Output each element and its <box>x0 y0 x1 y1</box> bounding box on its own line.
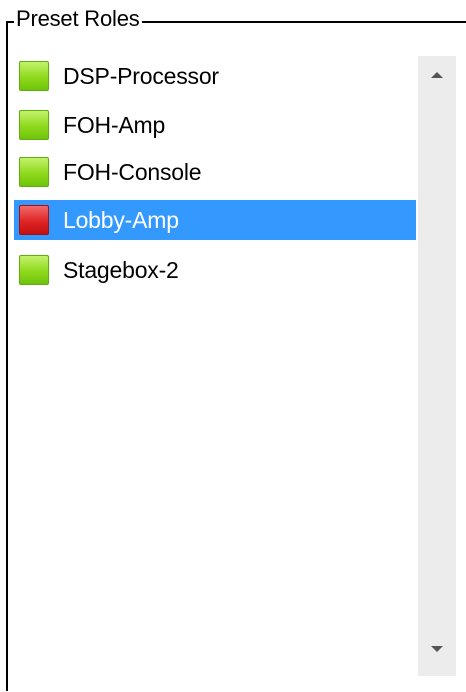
preset-roles-list[interactable]: DSP-Processor FOH-Amp FOH-Console Lobby-… <box>12 52 466 692</box>
status-green-icon <box>19 61 49 91</box>
scroll-up-button[interactable] <box>418 56 456 94</box>
status-green-icon <box>19 110 49 140</box>
list-item-foh-amp[interactable]: FOH-Amp <box>14 105 416 145</box>
list-item-label: Lobby-Amp <box>63 206 179 233</box>
scroll-down-button[interactable] <box>418 630 456 668</box>
list-item-stagebox-2[interactable]: Stagebox-2 <box>14 250 416 290</box>
list-item-label: FOH-Amp <box>63 111 166 138</box>
list-item-label: Stagebox-2 <box>63 256 179 283</box>
status-red-icon <box>19 205 49 235</box>
list-item-lobby-amp[interactable]: Lobby-Amp <box>14 200 416 240</box>
status-green-icon <box>19 157 49 187</box>
vertical-scrollbar[interactable] <box>418 56 456 676</box>
list-item-label: FOH-Console <box>63 158 202 185</box>
chevron-up-icon <box>431 72 443 78</box>
list-item-foh-console[interactable]: FOH-Console <box>14 152 416 192</box>
status-green-icon <box>19 255 49 285</box>
list-item-label: DSP-Processor <box>63 62 219 89</box>
chevron-down-icon <box>431 646 443 652</box>
list-item-dsp-processor[interactable]: DSP-Processor <box>14 56 416 96</box>
groupbox-title: Preset Roles <box>14 5 142 33</box>
